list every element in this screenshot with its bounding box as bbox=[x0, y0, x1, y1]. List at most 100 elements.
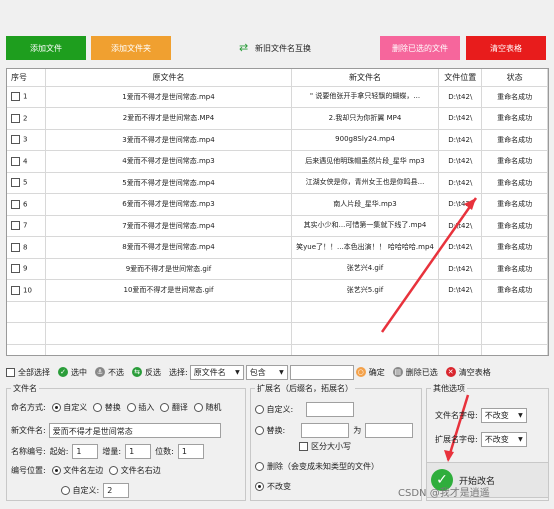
other-options-legend: 其他选项 bbox=[433, 384, 465, 393]
digits-input[interactable]: 1 bbox=[177, 444, 204, 459]
document-icon: ▤ bbox=[392, 367, 403, 377]
clear-table-label: 清空表格 bbox=[458, 367, 491, 377]
row-checkbox[interactable] bbox=[11, 285, 20, 295]
row-checkbox[interactable] bbox=[11, 178, 20, 188]
location-cell: D:\t42\ bbox=[438, 215, 483, 237]
delete-selected-label: 删除已选 bbox=[405, 367, 438, 377]
radio-translate[interactable]: 翻译 bbox=[160, 402, 188, 413]
confirm-icon: ○ bbox=[355, 367, 366, 377]
step-input[interactable]: 1 bbox=[125, 444, 152, 459]
start-input[interactable]: 1 bbox=[72, 444, 99, 459]
status-cell: 重命名成功 bbox=[481, 86, 548, 108]
number-position-label: 编号位置: bbox=[11, 466, 46, 475]
radio-pos-custom[interactable]: 自定义: bbox=[61, 485, 99, 496]
confirm-button[interactable]: ○ 确定 bbox=[355, 367, 385, 378]
new-name-cell: 后来遇见他明珠帽虽然片段_星华 mp3 bbox=[291, 150, 440, 173]
original-name-cell: 10爱而不得才是世间常态.gif bbox=[45, 279, 292, 302]
radio-pos-right[interactable]: 文件名右边 bbox=[109, 465, 161, 476]
status-cell: 重命名成功 bbox=[481, 215, 548, 237]
table-row[interactable]: 5 5爱而不得才是世间常态.mp4 江湖女侠是你，青州女王也是你鸣县... D:\t4… bbox=[7, 172, 548, 194]
row-index[interactable]: 4 bbox=[7, 150, 47, 173]
table-row[interactable]: 3 3爱而不得才是世间常态.mp4 900g8Sly24.mp4 D:\t42\ 重命名… bbox=[7, 129, 548, 151]
radio-ext-replace[interactable]: 替换: bbox=[255, 425, 285, 436]
original-name-cell: 4爱而不得才是世间常态.mp3 bbox=[45, 150, 292, 173]
original-name-cell: 5爱而不得才是世间常态.mp4 bbox=[45, 172, 292, 194]
add-file-button[interactable]: 添加文件 bbox=[6, 36, 86, 60]
table-row[interactable]: 1 1爱而不得才是世间常态.mp4 " 说要他张开手拿只轻飘的蝴蝶，... D:\t4… bbox=[7, 86, 548, 108]
clear-table-small-button[interactable]: ✕ 清空表格 bbox=[445, 367, 491, 378]
radio-custom[interactable]: 自定义 bbox=[51, 402, 87, 413]
new-name-input[interactable]: 爱而不得才是世间常态 bbox=[48, 423, 221, 438]
field-select-value: 原文件名 bbox=[193, 367, 226, 377]
file-table: 序号 原文件名 新文件名 文件位置 状态 1 1爱而不得才是世间常态.mp4 " 说… bbox=[6, 68, 549, 356]
radio-ext-delete[interactable]: 删除（会变成未知类型的文件） bbox=[255, 461, 379, 472]
row-checkbox[interactable] bbox=[11, 264, 20, 274]
select-all-checkbox[interactable]: 全部选择 bbox=[6, 367, 50, 378]
location-cell: D:\t42\ bbox=[438, 150, 483, 173]
deselect-button[interactable]: ⚓ 不选 bbox=[95, 367, 124, 378]
row-checkbox[interactable] bbox=[11, 221, 20, 231]
case-checkbox bbox=[299, 442, 308, 451]
row-checkbox[interactable] bbox=[11, 156, 20, 166]
location-cell: D:\t42\ bbox=[438, 258, 483, 280]
row-checkbox[interactable] bbox=[11, 135, 20, 145]
ext-replace-from-input[interactable] bbox=[301, 423, 350, 438]
row-index[interactable]: 9 bbox=[7, 258, 47, 280]
check-circle-icon: ✓ bbox=[58, 367, 68, 377]
row-index[interactable]: 7 bbox=[7, 215, 47, 237]
row-checkbox[interactable] bbox=[11, 113, 20, 123]
remove-done-button[interactable]: 删除已选的文件 bbox=[380, 36, 460, 60]
row-index[interactable]: 1 bbox=[7, 86, 47, 108]
filter-input[interactable] bbox=[289, 364, 354, 380]
table-row[interactable]: 9 9爱而不得才是世间常态.gif 张艺兴4.gif D:\t42\ 重命名成功 bbox=[7, 258, 548, 280]
radio-replace[interactable]: 替换 bbox=[93, 402, 121, 413]
row-index[interactable]: 6 bbox=[7, 193, 47, 216]
select-label: 选中 bbox=[71, 367, 87, 377]
field-select[interactable]: 原文件名 ▼ bbox=[189, 364, 244, 380]
clear-table-button[interactable]: 清空表格 bbox=[466, 36, 546, 60]
row-index[interactable]: 10 bbox=[7, 279, 47, 302]
invert-button[interactable]: ⇆ 反选 bbox=[132, 367, 161, 378]
table-row[interactable]: 7 7爱而不得才是世间常态.mp4 其实小少和...可惜第一集就下线了.mp4 D:\… bbox=[7, 215, 548, 237]
radio-insert[interactable]: 插入 bbox=[126, 402, 154, 413]
checkbox-icon bbox=[6, 367, 15, 377]
original-name-cell: 7爱而不得才是世间常态.mp4 bbox=[45, 215, 292, 237]
radio-ext-custom[interactable]: 自定义: bbox=[255, 404, 293, 415]
row-index[interactable]: 5 bbox=[7, 172, 47, 194]
watermark: CSDN @我才是逍遥 bbox=[398, 488, 490, 499]
row-index[interactable]: 3 bbox=[7, 129, 47, 151]
row-index[interactable]: 2 bbox=[7, 107, 47, 130]
ext-case-row[interactable]: 区分大小写 bbox=[299, 441, 351, 452]
delete-selected-button[interactable]: ▤ 删除已选 bbox=[392, 367, 438, 378]
radio-pos-left[interactable]: 文件名左边 bbox=[51, 465, 103, 476]
new-name-cell: 其实小少和...可惜第一集就下线了.mp4 bbox=[291, 215, 440, 237]
row-checkbox[interactable] bbox=[11, 242, 20, 252]
filename-case-select[interactable]: 不改变 ▼ bbox=[480, 408, 527, 423]
table-row[interactable]: 2 2爱而不得才是世间常态.MP4 2.我却只为你折翼 MP4 D:\t42\ 重命名成… bbox=[7, 107, 548, 130]
row-checkbox[interactable] bbox=[11, 199, 20, 209]
deselect-label: 不选 bbox=[108, 367, 124, 377]
location-cell: D:\t42\ bbox=[438, 279, 483, 302]
ext-custom-input[interactable] bbox=[306, 402, 355, 417]
table-row[interactable]: 8 8爱而不得才是世间常态.mp4 笑yue了！！...本色出演！！ 哈哈哈哈.mp… bbox=[7, 236, 548, 259]
match-mode-select[interactable]: 包含 ▼ bbox=[245, 364, 288, 380]
empty-row bbox=[7, 322, 548, 345]
ext-replace-to-input[interactable] bbox=[365, 423, 414, 438]
chevron-down-icon: ▼ bbox=[279, 368, 284, 376]
new-name-cell: 笑yue了！！...本色出演！！ 哈哈哈哈.mp4 bbox=[291, 236, 440, 259]
ext-case-select[interactable]: 不改变 ▼ bbox=[480, 432, 527, 447]
table-row[interactable]: 6 6爱而不得才是世间常态.mp3 南人片段_星华.mp3 D:\t42\ 重命名成功 bbox=[7, 193, 548, 216]
table-row[interactable]: 10 10爱而不得才是世间常态.gif 张艺兴5.gif D:\t42\ 重命名成功 bbox=[7, 279, 548, 302]
table-row[interactable]: 4 4爱而不得才是世间常态.mp3 后来遇见他明珠帽虽然片段_星华 mp3 D:\t4… bbox=[7, 150, 548, 173]
row-index[interactable]: 8 bbox=[7, 236, 47, 259]
swap-names-button[interactable]: ⇄ 新旧文件名互换 bbox=[230, 36, 320, 60]
status-cell: 重命名成功 bbox=[481, 236, 548, 259]
pos-custom-input[interactable]: 2 bbox=[103, 483, 130, 498]
radio-ext-keep[interactable]: 不改变 bbox=[255, 481, 291, 492]
add-folder-button[interactable]: 添加文件夹 bbox=[91, 36, 171, 60]
naming-method-label: 命名方式: bbox=[11, 403, 46, 412]
radio-random[interactable]: 随机 bbox=[193, 402, 221, 413]
select-button[interactable]: ✓ 选中 bbox=[58, 367, 87, 378]
number-position-row: 编号位置: 文件名左边 文件名右边 bbox=[11, 465, 161, 476]
row-checkbox[interactable] bbox=[11, 92, 20, 102]
